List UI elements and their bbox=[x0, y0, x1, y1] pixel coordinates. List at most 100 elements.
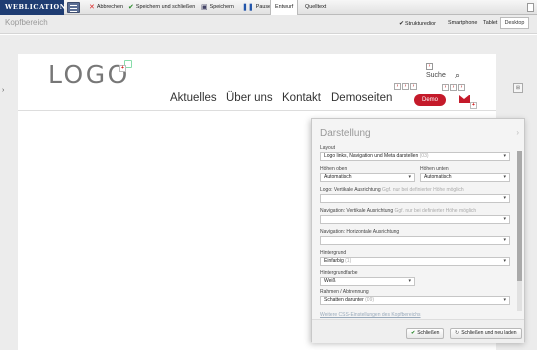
chevron-down-icon: ▾ bbox=[503, 258, 506, 264]
height-top-label: Höhen oben bbox=[320, 166, 348, 172]
view-tablet[interactable]: Tablet bbox=[483, 20, 497, 26]
nav-vertical-label: Navigation: Vertikale Ausrichtung Ggf. n… bbox=[320, 208, 476, 214]
layout-label: Layout bbox=[320, 145, 336, 151]
height-top-value: Automatisch bbox=[324, 174, 352, 180]
chevron-down-icon: ▾ bbox=[408, 174, 411, 180]
edit-handle-icon[interactable]: › bbox=[402, 83, 409, 90]
background-select[interactable]: Einfarbig (1) ▾ bbox=[320, 257, 510, 266]
edit-handle-icon[interactable]: › bbox=[450, 84, 457, 91]
search-edit-handle-icon[interactable]: › bbox=[426, 63, 433, 70]
layout-hint: (03) bbox=[419, 153, 429, 159]
window-toggle-icon[interactable] bbox=[527, 3, 534, 12]
top-toolbar: WEBLICATION® ✕ Abbrechen ✔ Speichern und s… bbox=[0, 0, 537, 15]
more-css-settings-link[interactable]: Weitere CSS-Einstellungen des Kopfbereic… bbox=[320, 312, 421, 318]
add-element-icon[interactable]: + bbox=[119, 65, 126, 72]
save-button[interactable]: ▣ Speichern bbox=[201, 0, 234, 15]
panel-title: Darstellung bbox=[320, 128, 371, 139]
search-input[interactable]: Suche bbox=[426, 72, 474, 84]
cancel-label: Abbrechen bbox=[96, 4, 123, 10]
edit-handle-icon[interactable]: › bbox=[458, 84, 465, 91]
add-element-icon[interactable]: + bbox=[470, 102, 477, 109]
panel-footer: ✔ Schließen ↻ Schließen und neu laden bbox=[312, 319, 524, 343]
nav-item-ueber-uns[interactable]: Über uns bbox=[226, 92, 273, 104]
chevron-down-icon: ▾ bbox=[503, 153, 506, 159]
height-bottom-label: Höhen unten bbox=[420, 166, 449, 172]
edit-handle-icon[interactable]: › bbox=[394, 83, 401, 90]
page-title: Kopfbereich bbox=[5, 18, 48, 27]
check-icon: ✔ bbox=[399, 21, 405, 27]
close-reload-button[interactable]: ↻ Schließen und neu laden bbox=[450, 328, 522, 339]
meta-edit-handles[interactable]: › › › bbox=[442, 84, 465, 91]
background-color-select[interactable]: Weiß ▾ bbox=[320, 277, 415, 286]
nav-vertical-label-text: Navigation: Vertikale Ausrichtung bbox=[320, 208, 394, 214]
tab-entwurf[interactable]: Entwurf bbox=[270, 0, 299, 15]
nav-item-kontakt[interactable]: Kontakt bbox=[282, 92, 321, 104]
logo-vertical-select[interactable]: ▾ bbox=[320, 194, 510, 203]
nav-item-aktuelles[interactable]: Aktuelles bbox=[170, 92, 217, 104]
logo-vertical-hint: Ggf. nur bei definierter Höhe möglich bbox=[382, 187, 464, 193]
edit-handle-icon[interactable]: › bbox=[410, 83, 417, 90]
tab-quelltext[interactable]: Quelltext bbox=[305, 0, 326, 15]
nav-edit-handles[interactable]: › › › bbox=[394, 83, 417, 90]
demo-button[interactable]: Demo bbox=[414, 94, 446, 106]
chevron-down-icon: ▾ bbox=[503, 195, 506, 201]
border-hint: (09) bbox=[365, 297, 375, 303]
layout-select-value: Logo links, Navigation und Meta darstell… bbox=[324, 153, 419, 159]
pause-icon: ❚❚ bbox=[242, 4, 254, 11]
layout-select[interactable]: Logo links, Navigation und Meta darstell… bbox=[320, 152, 510, 161]
settings-panel: Darstellung › Layout Logo links, Navigat… bbox=[311, 118, 525, 343]
save-close-button[interactable]: ✔ Speichern und schließen bbox=[128, 0, 195, 15]
background-label: Hintergrund bbox=[320, 250, 347, 256]
close-button[interactable]: ✔ Schließen bbox=[406, 328, 445, 339]
nav-vertical-hint: Ggf. nur bei definierter Höhe möglich bbox=[394, 208, 477, 214]
background-color-value: Weiß bbox=[324, 278, 336, 284]
border-select[interactable]: Schatten darunter (09) ▾ bbox=[320, 296, 510, 305]
nav-horizontal-select[interactable]: ▾ bbox=[320, 236, 510, 245]
view-desktop[interactable]: Desktop bbox=[500, 17, 529, 29]
background-value: Einfarbig bbox=[324, 258, 344, 264]
check-icon: ✔ bbox=[411, 330, 416, 336]
nav-item-demoseiten[interactable]: Demoseiten bbox=[331, 92, 392, 104]
chevron-down-icon: ▾ bbox=[503, 297, 506, 303]
cancel-button[interactable]: ✕ Abbrechen bbox=[89, 0, 123, 15]
tab-quelltext-label: Quelltext bbox=[305, 4, 327, 10]
panel-collapse-icon[interactable]: › bbox=[516, 128, 519, 137]
save-close-icon: ✔ bbox=[128, 4, 134, 11]
save-label: Speichern bbox=[209, 4, 234, 10]
header-region: LOGO + Aktuelles Über uns Kontakt Demose… bbox=[18, 54, 496, 111]
floppy-icon: ▣ bbox=[201, 4, 208, 11]
chevron-down-icon: ▾ bbox=[503, 237, 506, 243]
main-menu-button[interactable] bbox=[67, 2, 80, 13]
logo-vertical-label: Logo: Vertikale Ausrichtung Ggf. nur bei… bbox=[320, 187, 464, 193]
layout-settings-icon[interactable]: ⊞ bbox=[513, 83, 523, 93]
sub-toolbar: Kopfbereich ✔Strukturedior Smartphone Ta… bbox=[0, 15, 537, 34]
height-top-select[interactable]: Automatisch ▾ bbox=[320, 173, 415, 182]
mail-icon[interactable] bbox=[459, 95, 470, 103]
border-value: Schatten darunter bbox=[324, 297, 364, 303]
chevron-down-icon: ▾ bbox=[503, 216, 506, 222]
app-brand-logo: WEBLICATION® bbox=[0, 0, 73, 15]
pause-button[interactable]: ❚❚ Pause bbox=[242, 0, 271, 15]
refresh-icon: ↻ bbox=[455, 330, 460, 336]
site-logo[interactable]: LOGO bbox=[48, 60, 130, 89]
structure-editor-toggle[interactable]: ✔Strukturedior bbox=[399, 20, 436, 27]
nav-vertical-select[interactable]: ▾ bbox=[320, 215, 510, 224]
expand-left-icon[interactable]: › bbox=[2, 87, 4, 94]
view-smartphone[interactable]: Smartphone bbox=[448, 20, 477, 26]
height-bottom-value: Automatisch bbox=[424, 174, 452, 180]
close-reload-label: Schließen und neu laden bbox=[461, 330, 517, 336]
save-close-label: Speichern und schließen bbox=[135, 4, 196, 10]
pause-label: Pause bbox=[255, 4, 272, 10]
chevron-down-icon: ▾ bbox=[503, 174, 506, 180]
close-icon: ✕ bbox=[89, 4, 95, 11]
edit-handle-icon[interactable]: › bbox=[442, 84, 449, 91]
search-icon[interactable]: ⌕ bbox=[455, 70, 460, 81]
height-bottom-select[interactable]: Automatisch ▾ bbox=[420, 173, 510, 182]
border-label: Rahmen / Abtrennung bbox=[320, 289, 369, 295]
panel-scrollbar-thumb[interactable] bbox=[517, 151, 522, 281]
nav-horizontal-label: Navigation: Horizontale Ausrichtung bbox=[320, 229, 400, 235]
logo-vertical-label-text: Logo: Vertikale Ausrichtung bbox=[320, 187, 381, 193]
chevron-down-icon: ▾ bbox=[408, 278, 411, 284]
tab-entwurf-label: Entwurf bbox=[275, 4, 294, 10]
close-button-label: Schließen bbox=[417, 330, 440, 336]
